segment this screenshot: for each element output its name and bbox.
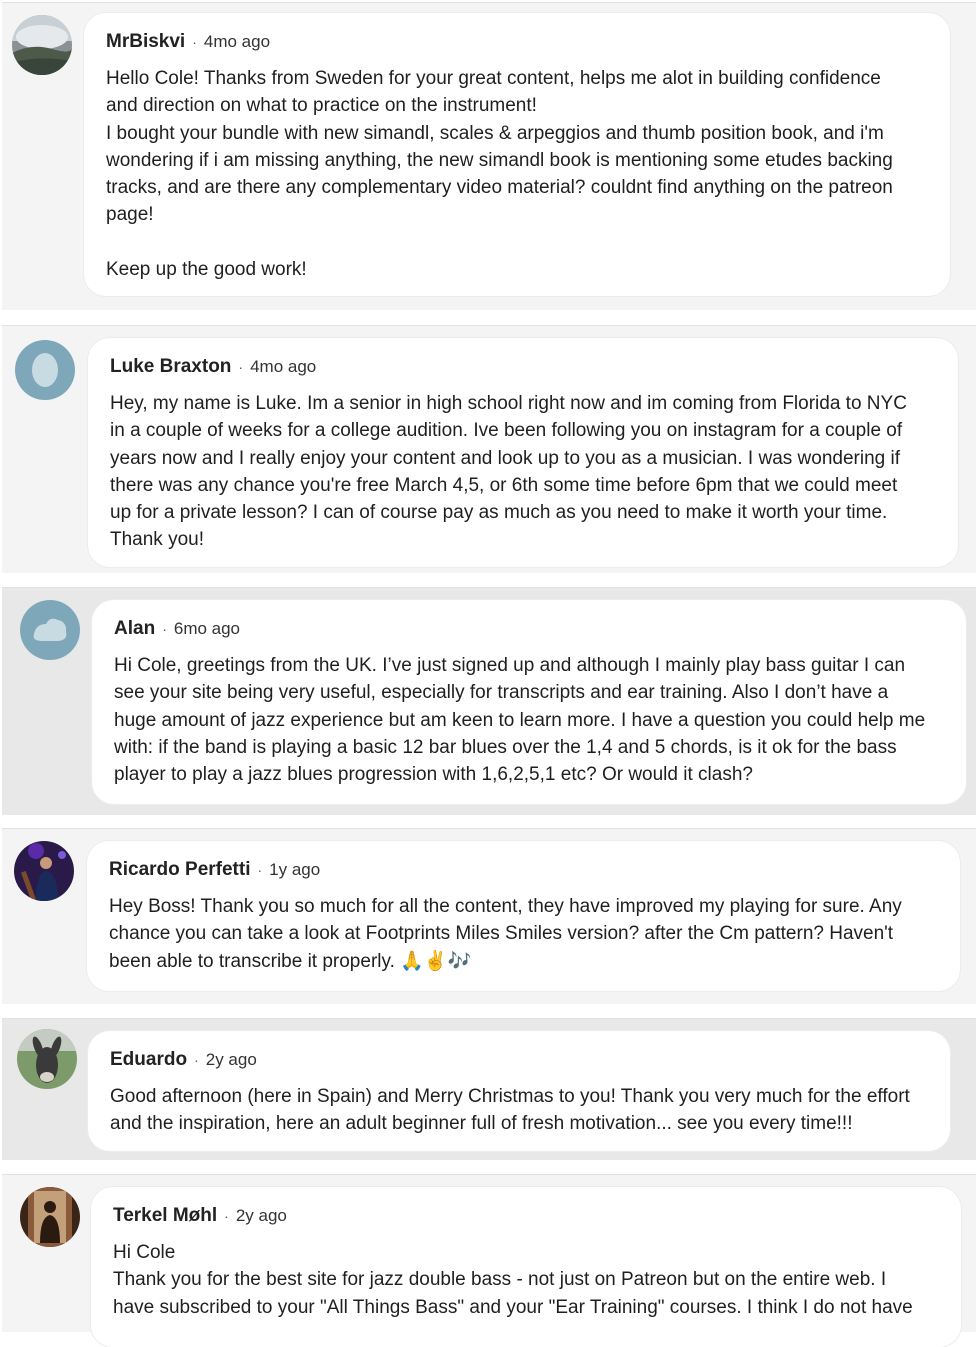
- comment: Alan · 6mo ago Hi Cole, greetings from t…: [2, 587, 976, 815]
- comment-time[interactable]: 4mo ago: [204, 32, 270, 52]
- comment-author[interactable]: Luke Braxton: [110, 356, 231, 378]
- comment-bubble: Terkel Møhl · 2y ago Hi Cole Thank you f…: [91, 1187, 961, 1347]
- avatar[interactable]: [20, 1187, 80, 1247]
- portrait-avatar-icon: [20, 1187, 80, 1247]
- default-avatar-icon: [15, 340, 75, 400]
- avatar[interactable]: [15, 340, 75, 400]
- landscape-avatar-icon: [12, 15, 72, 75]
- donkey-avatar-icon: [17, 1029, 77, 1089]
- separator-dot: ·: [162, 621, 167, 637]
- avatar[interactable]: [14, 841, 74, 901]
- separator-dot: ·: [224, 1208, 229, 1224]
- comment-text: Hello Cole! Thanks from Sweden for your …: [106, 68, 893, 281]
- comment: MrBiskvi · 4mo ago Hello Cole! Thanks fr…: [2, 2, 976, 310]
- comment-text: Hi Cole, greetings from the UK. I’ve jus…: [114, 655, 926, 786]
- comment-author[interactable]: Eduardo: [110, 1049, 187, 1071]
- separator-dot: ·: [192, 34, 197, 50]
- comment: Eduardo · 2y ago Good afternoon (here in…: [2, 1018, 976, 1160]
- comment: Ricardo Perfetti · 1y ago Hey Boss! Than…: [2, 828, 976, 1004]
- comment-meta: Luke Braxton · 4mo ago: [110, 356, 936, 382]
- avatar[interactable]: [20, 600, 80, 660]
- comment-author[interactable]: Ricardo Perfetti: [109, 859, 250, 881]
- comment-author[interactable]: MrBiskvi: [106, 31, 185, 53]
- comment-time[interactable]: 2y ago: [236, 1206, 287, 1226]
- comment-author[interactable]: Alan: [114, 618, 155, 640]
- comment-meta: MrBiskvi · 4mo ago: [106, 31, 928, 57]
- avatar[interactable]: [12, 15, 72, 75]
- comment-bubble: Ricardo Perfetti · 1y ago Hey Boss! Than…: [87, 841, 960, 991]
- comment-text: Hey, my name is Luke. Im a senior in hig…: [110, 393, 907, 551]
- comment-time[interactable]: 4mo ago: [250, 357, 316, 377]
- comment-text: Hi Cole Thank you for the best site for …: [113, 1242, 913, 1318]
- comment-time[interactable]: 6mo ago: [174, 619, 240, 639]
- avatar[interactable]: [17, 1029, 77, 1089]
- comment-time[interactable]: 1y ago: [269, 860, 320, 880]
- comment-bubble: MrBiskvi · 4mo ago Hello Cole! Thanks fr…: [84, 13, 950, 296]
- comment-bubble: Eduardo · 2y ago Good afternoon (here in…: [88, 1031, 950, 1151]
- comment-meta: Eduardo · 2y ago: [110, 1049, 928, 1075]
- comment-meta: Ricardo Perfetti · 1y ago: [109, 859, 938, 885]
- separator-dot: ·: [194, 1052, 199, 1068]
- comment-author[interactable]: Terkel Møhl: [113, 1205, 217, 1227]
- comment-text: Hey Boss! Thank you so much for all the …: [109, 896, 902, 972]
- comment-bubble: Alan · 6mo ago Hi Cole, greetings from t…: [92, 600, 966, 804]
- comment-meta: Alan · 6mo ago: [114, 618, 944, 644]
- comment-meta: Terkel Møhl · 2y ago: [113, 1205, 939, 1231]
- separator-dot: ·: [257, 862, 263, 878]
- default-avatar-icon: [20, 600, 80, 660]
- comment: Luke Braxton · 4mo ago Hey, my name is L…: [2, 325, 976, 573]
- musician-avatar-icon: [14, 841, 74, 901]
- separator-dot: ·: [238, 359, 244, 375]
- comment-bubble: Luke Braxton · 4mo ago Hey, my name is L…: [88, 338, 958, 567]
- comment-time[interactable]: 2y ago: [206, 1050, 257, 1070]
- comment: Terkel Møhl · 2y ago Hi Cole Thank you f…: [2, 1174, 976, 1347]
- comment-text: Good afternoon (here in Spain) and Merry…: [110, 1086, 910, 1135]
